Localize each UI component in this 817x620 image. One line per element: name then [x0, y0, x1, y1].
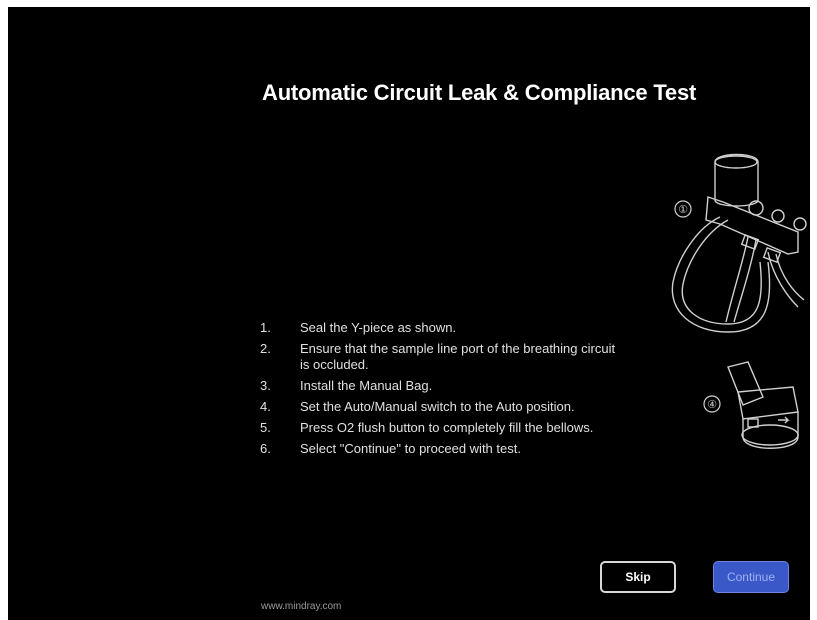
step-number: 2. [260, 341, 271, 356]
step-number: 4. [260, 399, 271, 414]
step-number: 5. [260, 420, 271, 435]
step-text: Install the Manual Bag. [300, 378, 433, 393]
step-text: Select "Continue" to proceed with test. [300, 441, 521, 456]
step-text: Press O2 flush button to completely fill… [300, 420, 594, 435]
step-number: 3. [260, 378, 271, 393]
instruction-step: 1. Seal the Y-piece as shown. [260, 320, 660, 336]
instruction-step: 4. Set the Auto/Manual switch to the Aut… [260, 399, 660, 415]
step-text: Set the Auto/Manual switch to the Auto p… [300, 399, 575, 414]
step-text: Seal the Y-piece as shown. [300, 320, 457, 335]
switch-step-label: ④ [707, 398, 717, 411]
step-text: Ensure that the sample line port of the … [300, 341, 616, 372]
step-number: 1. [260, 320, 271, 335]
instruction-step: 6. Select "Continue" to proceed with tes… [260, 441, 660, 457]
page-title: Automatic Circuit Leak & Compliance Test [262, 80, 697, 105]
instruction-step: 2. Ensure that the sample line port of t… [260, 341, 660, 373]
circuit-illustration: ① [671, 153, 807, 333]
instruction-step: 5. Press O2 flush button to completely f… [260, 420, 660, 436]
test-screen: Automatic Circuit Leak & Compliance Test [8, 7, 810, 620]
continue-button[interactable]: Continue [713, 561, 789, 593]
step-number: 6. [260, 441, 271, 456]
instruction-step: 3. Install the Manual Bag. [260, 378, 660, 394]
instruction-list: 1. Seal the Y-piece as shown. 2. Ensure … [260, 320, 660, 462]
circuit-step-label: ① [678, 203, 688, 216]
footer-url: www.mindray.com [261, 601, 342, 612]
skip-button[interactable]: Skip [600, 561, 676, 593]
switch-illustration: ④ [703, 361, 799, 449]
